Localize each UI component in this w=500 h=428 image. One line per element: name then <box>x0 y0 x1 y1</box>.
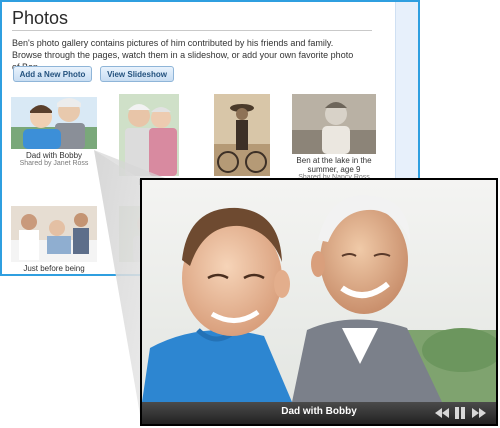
page-title: Photos <box>12 8 69 28</box>
photo-image[interactable] <box>11 97 97 149</box>
photo-thumbnail[interactable]: Dad with Bobby Shared by Janet Ross <box>10 97 98 168</box>
photo-image[interactable] <box>214 94 270 176</box>
photo-caption: Dad with Bobby <box>25 151 83 160</box>
photo-caption: Just before being discharged from the <box>19 264 90 274</box>
slideshow-viewer: Dad with Bobby <box>140 178 498 426</box>
slideshow-control-bar: Dad with Bobby <box>142 402 496 424</box>
photo-thumbnail[interactable]: Ben at the lake in the summer, age 9 Sha… <box>290 94 378 182</box>
view-slideshow-button[interactable]: View Slideshow <box>100 66 174 82</box>
photo-caption: Ben at the lake in the summer, age 9 <box>296 156 372 174</box>
add-new-photo-button[interactable]: Add a New Photo <box>13 66 92 82</box>
photo-image[interactable] <box>11 206 97 262</box>
pause-icon[interactable] <box>453 406 467 420</box>
screenshot-stage: Photos Ben's photo gallery contains pict… <box>0 0 500 428</box>
photo-shared-by: Shared by Janet Ross <box>19 160 89 167</box>
slideshow-photo <box>142 180 496 402</box>
photo-thumbnail[interactable]: Ben a <box>105 94 193 187</box>
fast-forward-icon[interactable] <box>471 406 487 420</box>
rewind-icon[interactable] <box>434 406 450 420</box>
title-divider <box>12 30 372 31</box>
photo-image[interactable] <box>119 94 179 176</box>
photo-thumbnail[interactable]: Just before being discharged from the <box>10 206 98 274</box>
photo-thumbnail[interactable] <box>198 94 286 178</box>
photo-image[interactable] <box>292 94 376 154</box>
